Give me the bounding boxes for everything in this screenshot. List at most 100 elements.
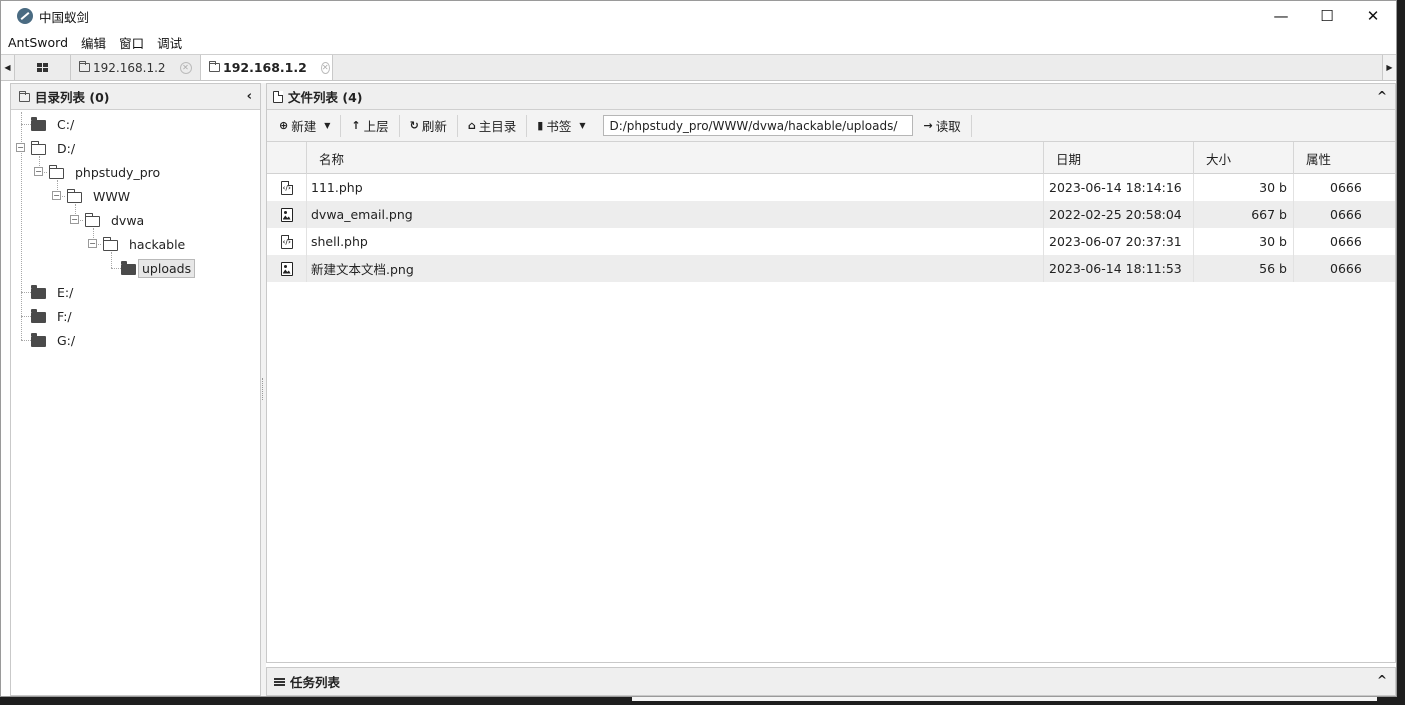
tab-scroll-left-icon[interactable]: ◀: [1, 55, 15, 80]
tree-node-www[interactable]: WWW: [67, 186, 133, 206]
list-icon: [274, 677, 285, 686]
tree-label: uploads: [138, 258, 196, 278]
window-controls: — ☐ ✕: [1258, 1, 1396, 31]
tree-node-e[interactable]: E:/: [31, 282, 76, 302]
bookmark-icon: ▮: [537, 119, 544, 132]
menu-debug[interactable]: 调试: [150, 33, 188, 52]
caret-down-icon: ▼: [579, 121, 586, 130]
header-perm[interactable]: 属性: [1294, 142, 1394, 174]
directory-panel-title: 目录列表 (0): [35, 90, 110, 105]
tab-close-icon[interactable]: ✕: [179, 61, 192, 74]
tree-node-d[interactable]: D:/: [31, 138, 78, 158]
read-button[interactable]: → 读取: [919, 114, 972, 137]
new-button[interactable]: ⊕ 新建 ▼: [275, 114, 342, 137]
collapse-file-panel-icon[interactable]: ^: [1377, 89, 1387, 103]
path-input[interactable]: [603, 115, 914, 136]
file-icon: [273, 90, 283, 103]
refresh-icon: ↻: [409, 119, 419, 132]
bookmark-label: 书签: [546, 119, 572, 134]
header-icon-column: [267, 142, 307, 174]
header-name[interactable]: 名称: [307, 142, 1044, 174]
arrow-up-icon: ↑: [351, 119, 361, 132]
header-size[interactable]: 大小: [1194, 142, 1294, 174]
collapse-left-icon[interactable]: ‹: [247, 89, 252, 104]
tree-node-uploads[interactable]: uploads: [121, 258, 196, 278]
caret-down-icon: ▼: [324, 121, 331, 130]
tree-node-phpstudy-pro[interactable]: phpstudy_pro: [49, 162, 163, 182]
tree-node-dvwa[interactable]: dvwa: [85, 210, 147, 230]
directory-tree: − − − − − C:/ D:/ phpstudy_pro WWW dvwa …: [11, 110, 260, 690]
php-file-icon: ‹/›: [280, 180, 293, 195]
tree-label: G:/: [57, 332, 76, 348]
tab-shell-2[interactable]: 192.168.1.2 ✕: [201, 55, 333, 80]
plus-circle-icon: ⊕: [279, 119, 289, 132]
menu-antsword[interactable]: AntSword: [1, 35, 74, 50]
folder-icon: [31, 116, 46, 131]
menu-bar: AntSword 编辑 窗口 调试: [1, 31, 1396, 53]
file-size: 56 b: [1194, 255, 1294, 282]
file-size: 30 b: [1194, 228, 1294, 255]
tree-label: phpstudy_pro: [75, 164, 161, 180]
collapse-hackable-icon[interactable]: −: [88, 239, 97, 248]
folder-icon: [31, 284, 46, 299]
tab-label: 192.168.1.2: [93, 60, 166, 75]
up-button[interactable]: ↑ 上层: [347, 114, 400, 137]
file-panel: 文件列表 (4) ^ ⊕ 新建 ▼ ↑ 上层 ↻ 刷新 ⌂ 主目录 ▮ 书签 ▼…: [266, 83, 1396, 663]
tab-close-icon[interactable]: ✕: [320, 61, 330, 74]
tree-label: dvwa: [111, 212, 145, 228]
file-grid-header: 名称 日期 大小 属性: [267, 142, 1395, 174]
menu-window[interactable]: 窗口: [112, 33, 150, 52]
file-perm: 0666: [1330, 261, 1362, 276]
menu-edit[interactable]: 编辑: [74, 33, 112, 52]
home-button[interactable]: ⌂ 主目录: [464, 114, 528, 137]
tree-node-hackable[interactable]: hackable: [103, 234, 188, 254]
header-date[interactable]: 日期: [1044, 142, 1194, 174]
new-label: 新建: [291, 119, 317, 134]
home-icon: ⌂: [467, 119, 476, 132]
tree-node-c[interactable]: C:/: [31, 114, 77, 134]
file-panel-header: 文件列表 (4) ^: [267, 84, 1395, 110]
antsword-logo-icon: [17, 8, 33, 24]
file-name: 111.php: [307, 174, 1044, 201]
bookmark-button[interactable]: ▮ 书签 ▼: [533, 115, 595, 137]
tab-shell-1[interactable]: 192.168.1.2 ✕: [71, 55, 201, 80]
tree-node-g[interactable]: G:/: [31, 330, 78, 350]
file-size: 667 b: [1194, 201, 1294, 228]
collapse-dvwa-icon[interactable]: −: [70, 215, 79, 224]
file-grid: 名称 日期 大小 属性 ‹/› 111.php 2023-06-14 18:14…: [267, 142, 1395, 282]
home-label: 主目录: [478, 119, 517, 134]
title-bar: 中国蚁剑 — ☐ ✕: [1, 1, 1396, 31]
table-row[interactable]: ‹/› shell.php 2023-06-07 20:37:31 30 b 0…: [267, 228, 1395, 255]
image-file-icon: [280, 207, 293, 222]
directory-panel-header: 目录列表 (0) ‹: [11, 84, 260, 110]
file-name: dvwa_email.png: [307, 201, 1044, 228]
table-row[interactable]: dvwa_email.png 2022-02-25 20:58:04 667 b…: [267, 201, 1395, 228]
tree-label: hackable: [129, 236, 186, 252]
tab-home[interactable]: [15, 55, 71, 80]
file-perm: 0666: [1330, 207, 1362, 222]
collapse-d-icon[interactable]: −: [16, 143, 25, 152]
task-panel[interactable]: 任务列表 ^: [266, 667, 1396, 696]
tab-scroll-right-icon[interactable]: ▶: [1382, 55, 1396, 80]
task-panel-title: 任务列表: [290, 675, 341, 690]
file-panel-title: 文件列表 (4): [288, 90, 363, 105]
folder-icon: [79, 61, 90, 72]
desktop-background: [0, 697, 1405, 705]
collapse-www-icon[interactable]: −: [52, 191, 61, 200]
collapse-phpstudy-icon[interactable]: −: [34, 167, 43, 176]
expand-task-panel-icon[interactable]: ^: [1377, 673, 1387, 687]
grid-icon: [37, 63, 48, 72]
minimize-button[interactable]: —: [1258, 1, 1304, 31]
close-button[interactable]: ✕: [1350, 1, 1396, 31]
maximize-button[interactable]: ☐: [1304, 1, 1350, 31]
tree-label: F:/: [57, 308, 72, 324]
folder-open-icon: [49, 164, 64, 179]
folder-icon: [209, 61, 220, 72]
refresh-button[interactable]: ↻ 刷新: [406, 114, 458, 137]
table-row[interactable]: 新建文本文档.png 2023-06-14 18:11:53 56 b 0666: [267, 255, 1395, 282]
file-perm: 0666: [1330, 180, 1362, 195]
tree-node-f[interactable]: F:/: [31, 306, 75, 326]
file-size: 30 b: [1194, 174, 1294, 201]
tree-label: E:/: [57, 284, 74, 300]
table-row[interactable]: ‹/› 111.php 2023-06-14 18:14:16 30 b 066…: [267, 174, 1395, 201]
